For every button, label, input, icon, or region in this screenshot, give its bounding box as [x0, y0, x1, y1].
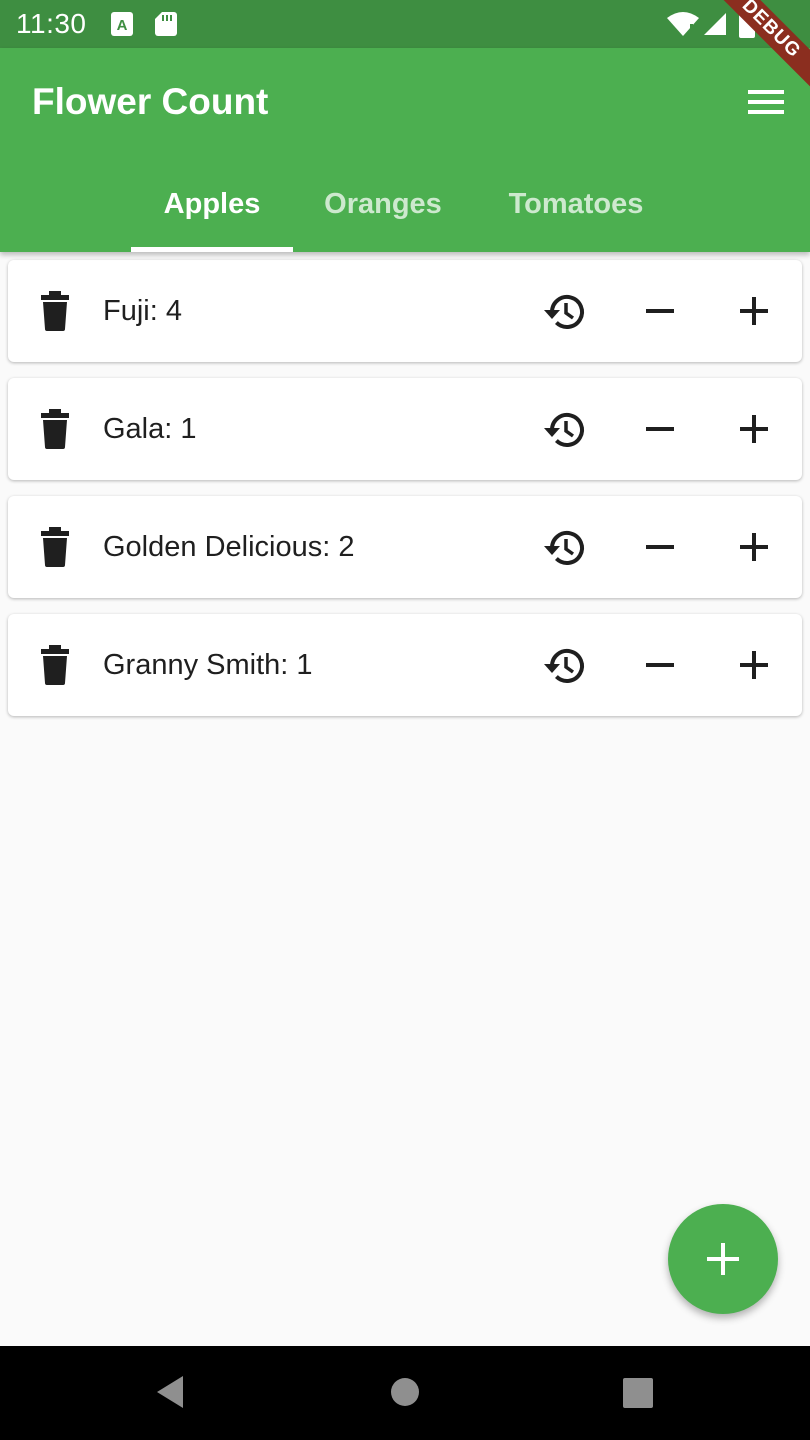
system-nav-bar — [0, 1346, 810, 1440]
home-icon[interactable] — [389, 1376, 421, 1413]
item-label: Gala: 1 — [103, 413, 197, 445]
list-item: Fuji: 4 — [8, 260, 802, 362]
decrement-icon[interactable] — [640, 643, 680, 687]
wifi-icon — [666, 11, 700, 37]
app-title: Flower Count — [32, 81, 269, 122]
svg-text:A: A — [117, 17, 128, 34]
tab-oranges[interactable]: Oranges — [305, 184, 461, 250]
list-item: Granny Smith: 1 — [8, 614, 802, 716]
delete-icon[interactable] — [38, 645, 72, 685]
app-screen: 11:30 A DEBUG Flower Count Apples Orange… — [0, 0, 810, 1440]
recents-icon[interactable] — [622, 1377, 654, 1414]
tab-apples-label: Apples — [163, 188, 261, 220]
increment-icon[interactable] — [734, 407, 774, 451]
decrement-icon[interactable] — [640, 525, 680, 569]
item-label: Fuji: 4 — [103, 295, 182, 327]
history-icon[interactable] — [542, 407, 588, 453]
history-icon[interactable] — [542, 289, 588, 335]
status-time: 11:30 — [16, 8, 87, 39]
tab-apples[interactable]: Apples — [131, 184, 293, 250]
increment-icon[interactable] — [734, 289, 774, 333]
tab-indicator — [131, 247, 293, 252]
delete-icon[interactable] — [38, 527, 72, 567]
list-item: Golden Delicious: 2 — [8, 496, 802, 598]
tab-tomatoes-label: Tomatoes — [508, 188, 644, 220]
tab-oranges-label: Oranges — [324, 188, 442, 220]
item-label: Granny Smith: 1 — [103, 649, 313, 681]
add-icon — [707, 1243, 739, 1275]
increment-icon[interactable] — [734, 643, 774, 687]
delete-icon[interactable] — [38, 409, 72, 449]
increment-icon[interactable] — [734, 525, 774, 569]
delete-icon[interactable] — [38, 291, 72, 331]
add-item-button[interactable] — [668, 1204, 778, 1314]
history-icon[interactable] — [542, 525, 588, 571]
decrement-icon[interactable] — [640, 289, 680, 333]
tab-tomatoes[interactable]: Tomatoes — [487, 184, 665, 250]
menu-icon[interactable] — [746, 86, 786, 118]
decrement-icon[interactable] — [640, 407, 680, 451]
status-bar: 11:30 A — [0, 0, 810, 48]
back-icon[interactable] — [154, 1374, 186, 1415]
history-icon[interactable] — [542, 643, 588, 689]
item-label: Golden Delicious: 2 — [103, 531, 355, 563]
app-bar: Flower Count Apples Oranges Tomatoes — [0, 48, 810, 252]
signal-icon — [702, 11, 728, 37]
list-item: Gala: 1 — [8, 378, 802, 480]
notification-a-icon: A — [110, 11, 134, 37]
sd-card-icon — [154, 11, 178, 37]
